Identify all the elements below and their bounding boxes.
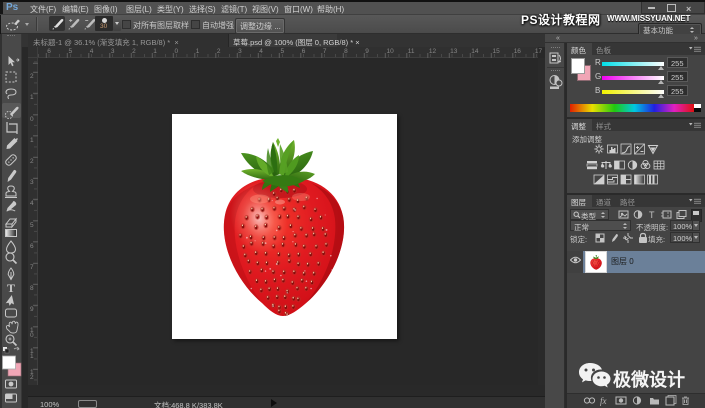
svg-text:T: T [7, 281, 15, 295]
svg-text:fx: fx [600, 396, 607, 406]
svg-text:T: T [649, 210, 655, 220]
